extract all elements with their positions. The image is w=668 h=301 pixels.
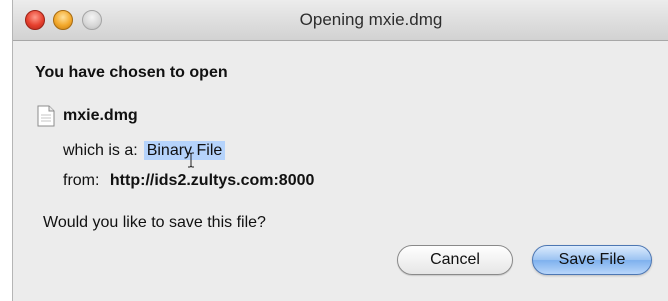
text-cursor-icon xyxy=(187,152,194,168)
title-bar[interactable]: Opening mxie.dmg xyxy=(13,0,668,41)
file-source-label: from: xyxy=(63,172,100,189)
file-type-label: which is a: xyxy=(63,142,138,159)
file-source-url: http://ids2.zultys.com:8000 xyxy=(109,172,315,189)
file-type-value[interactable]: Binary File xyxy=(143,141,226,168)
window-title: Opening mxie.dmg xyxy=(299,10,443,29)
save-file-button[interactable]: Save File xyxy=(532,245,652,275)
file-name: mxie.dmg xyxy=(63,107,138,124)
dialog-heading: You have chosen to open xyxy=(35,64,228,81)
file-type-value-text: Binary File xyxy=(146,142,223,159)
file-source-row: from: http://ids2.zultys.com:8000 xyxy=(63,172,314,190)
save-question: Would you like to save this file? xyxy=(43,214,266,231)
file-row: mxie.dmg xyxy=(37,104,138,128)
download-dialog-window: Opening mxie.dmg You have chosen to open… xyxy=(12,0,668,301)
file-type-row: which is a: Binary File xyxy=(63,141,226,168)
document-icon xyxy=(37,105,55,127)
cancel-button[interactable]: Cancel xyxy=(397,245,513,275)
